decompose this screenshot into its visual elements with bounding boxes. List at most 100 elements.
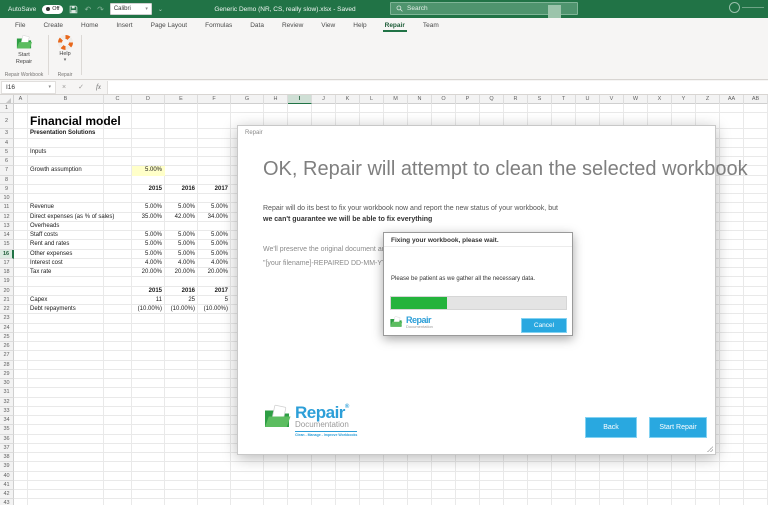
- row-header-13[interactable]: 13: [0, 222, 14, 231]
- cell-B13[interactable]: Overheads: [28, 222, 59, 231]
- column-header-Z[interactable]: Z: [696, 95, 720, 104]
- ribbon-tab-page-layout[interactable]: Page Layout: [142, 18, 197, 32]
- cell-E18[interactable]: 20.00%: [165, 268, 198, 277]
- cell-B15[interactable]: Rent and rates: [28, 240, 69, 249]
- ribbon-tab-repair[interactable]: Repair: [376, 18, 414, 32]
- cell-D12[interactable]: 35.00%: [132, 213, 165, 222]
- ribbon-tab-insert[interactable]: Insert: [107, 18, 141, 32]
- cell-F22[interactable]: (10.00%): [198, 305, 231, 314]
- start-repair-dialog-button[interactable]: Start Repair: [649, 417, 707, 438]
- row-header-20[interactable]: 20: [0, 287, 14, 296]
- row-header-14[interactable]: 14: [0, 231, 14, 240]
- column-header-N[interactable]: N: [408, 95, 432, 104]
- ribbon-tab-data[interactable]: Data: [241, 18, 273, 32]
- column-header-W[interactable]: W: [624, 95, 648, 104]
- cell-D22[interactable]: (10.00%): [132, 305, 165, 314]
- undo-icon[interactable]: ↶: [84, 5, 91, 14]
- row-header-4[interactable]: 4: [0, 139, 14, 148]
- column-header-C[interactable]: C: [104, 95, 132, 104]
- cell-B22[interactable]: Debt repayments: [28, 305, 76, 314]
- cell-F12[interactable]: 34.00%: [198, 213, 231, 222]
- column-header-K[interactable]: K: [336, 95, 360, 104]
- cell-D7[interactable]: 5.00%: [132, 166, 165, 175]
- column-header-P[interactable]: P: [456, 95, 480, 104]
- row-header-23[interactable]: 23: [0, 314, 14, 323]
- row-header-22[interactable]: 22: [0, 305, 14, 314]
- column-header-Q[interactable]: Q: [480, 95, 504, 104]
- cancel-button[interactable]: Cancel: [521, 318, 567, 333]
- cell-E16[interactable]: 5.00%: [165, 250, 198, 259]
- row-header-2[interactable]: 2: [0, 113, 14, 129]
- cell-D9[interactable]: 2015: [132, 185, 165, 194]
- row-header-21[interactable]: 21: [0, 296, 14, 305]
- column-header-F[interactable]: F: [198, 95, 231, 104]
- column-header-L[interactable]: L: [360, 95, 384, 104]
- row-header-7[interactable]: 7: [0, 166, 14, 175]
- column-header-I[interactable]: I: [288, 95, 312, 104]
- row-header-3[interactable]: 3: [0, 129, 14, 138]
- resize-grip[interactable]: [707, 446, 713, 452]
- ribbon-tab-formulas[interactable]: Formulas: [196, 18, 241, 32]
- search-scope-button[interactable]: [548, 5, 561, 18]
- row-header-25[interactable]: 25: [0, 333, 14, 342]
- row-header-17[interactable]: 17: [0, 259, 14, 268]
- row-header-26[interactable]: 26: [0, 342, 14, 351]
- cell-D11[interactable]: 5.00%: [132, 203, 165, 212]
- column-header-G[interactable]: G: [231, 95, 264, 104]
- cell-B17[interactable]: Interest cost: [28, 259, 63, 268]
- cell-F14[interactable]: 5.00%: [198, 231, 231, 240]
- row-header-11[interactable]: 11: [0, 203, 14, 212]
- column-header-D[interactable]: D: [132, 95, 165, 104]
- row-header-1[interactable]: 1: [0, 104, 14, 113]
- column-header-R[interactable]: R: [504, 95, 528, 104]
- column-header-AA[interactable]: AA: [720, 95, 744, 104]
- row-header-9[interactable]: 9: [0, 185, 14, 194]
- redo-icon[interactable]: ↷: [97, 5, 104, 14]
- column-header-B[interactable]: B: [28, 95, 104, 104]
- cell-E17[interactable]: 4.00%: [165, 259, 198, 268]
- cell-D18[interactable]: 20.00%: [132, 268, 165, 277]
- row-header-30[interactable]: 30: [0, 379, 14, 388]
- row-header-29[interactable]: 29: [0, 370, 14, 379]
- column-header-AB[interactable]: AB: [744, 95, 768, 104]
- cell-E11[interactable]: 5.00%: [165, 203, 198, 212]
- document-title[interactable]: Generic Demo (NR, CS, really slow).xlsx …: [200, 6, 370, 13]
- row-header-31[interactable]: 31: [0, 388, 14, 397]
- row-header-18[interactable]: 18: [0, 268, 14, 277]
- cell-D15[interactable]: 5.00%: [132, 240, 165, 249]
- row-header-24[interactable]: 24: [0, 324, 14, 333]
- column-header-V[interactable]: V: [600, 95, 624, 104]
- row-header-10[interactable]: 10: [0, 194, 14, 203]
- row-header-34[interactable]: 34: [0, 416, 14, 425]
- cell-E22[interactable]: (10.00%): [165, 305, 198, 314]
- cell-D21[interactable]: 11: [132, 296, 165, 305]
- cell-D16[interactable]: 5.00%: [132, 250, 165, 259]
- row-header-37[interactable]: 37: [0, 444, 14, 453]
- cell-B5[interactable]: Inputs: [28, 148, 46, 157]
- account-avatar[interactable]: [729, 2, 740, 13]
- column-header-E[interactable]: E: [165, 95, 198, 104]
- cell-B3[interactable]: Presentation Solutions: [28, 129, 95, 138]
- cell-E21[interactable]: 25: [165, 296, 198, 305]
- ribbon-tab-create[interactable]: Create: [34, 18, 72, 32]
- cell-D20[interactable]: 2015: [132, 287, 165, 296]
- search-box[interactable]: Search: [390, 2, 578, 15]
- autosave-toggle[interactable]: Off: [42, 5, 63, 14]
- column-header-H[interactable]: H: [264, 95, 288, 104]
- cell-F16[interactable]: 5.00%: [198, 250, 231, 259]
- cell-E14[interactable]: 5.00%: [165, 231, 198, 240]
- cell-B7[interactable]: Growth assumption: [28, 166, 82, 175]
- column-header-T[interactable]: T: [552, 95, 576, 104]
- help-button[interactable]: Help ▾: [49, 35, 81, 63]
- start-repair-button[interactable]: StartRepair: [0, 35, 48, 66]
- row-header-42[interactable]: 42: [0, 490, 14, 499]
- column-header-X[interactable]: X: [648, 95, 672, 104]
- row-header-16[interactable]: 16: [0, 250, 14, 259]
- cell-F11[interactable]: 5.00%: [198, 203, 231, 212]
- cancel-entry-icon[interactable]: ×: [56, 84, 72, 91]
- insert-function-icon[interactable]: fx: [90, 83, 107, 91]
- save-icon[interactable]: [69, 5, 78, 14]
- cell-F18[interactable]: 20.00%: [198, 268, 231, 277]
- cell-E20[interactable]: 2016: [165, 287, 198, 296]
- row-header-19[interactable]: 19: [0, 277, 14, 286]
